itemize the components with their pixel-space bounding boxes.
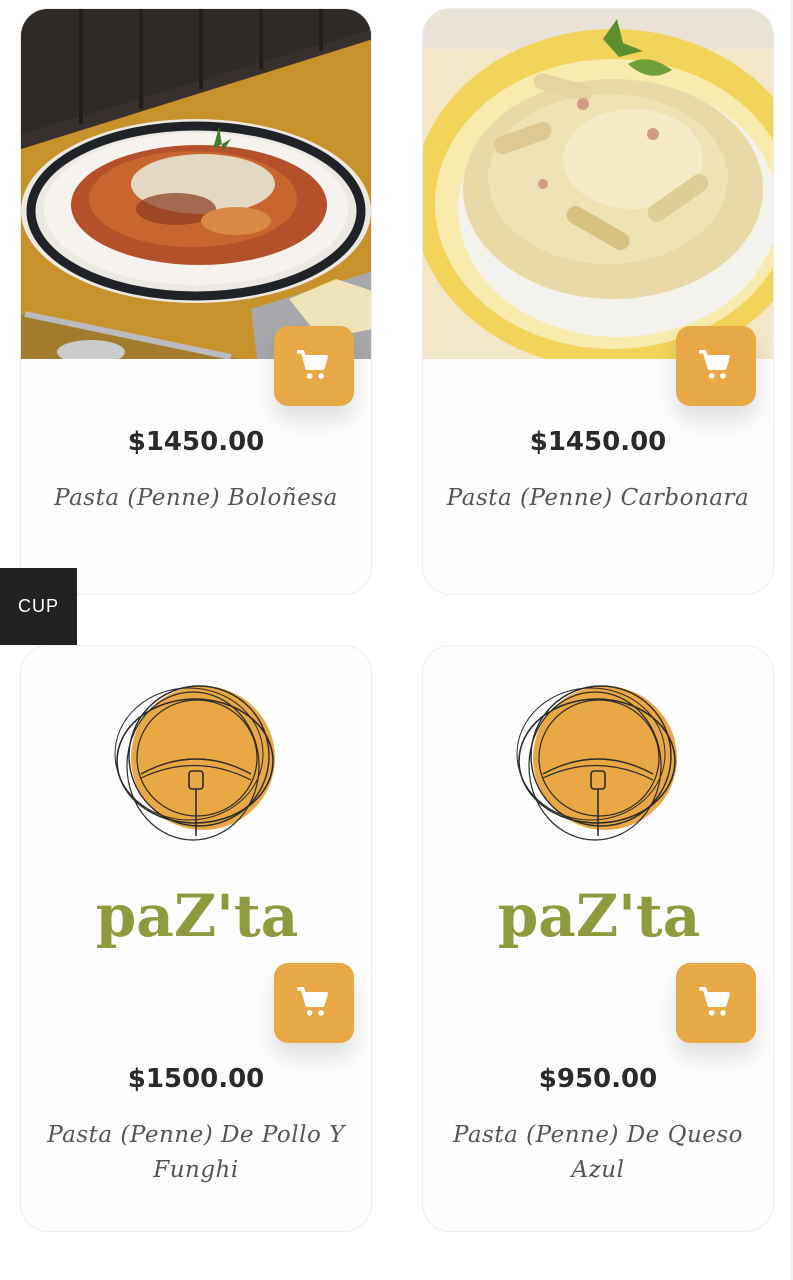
product-card[interactable]: $1450.00 Pasta (Penne) Carbonara (422, 8, 774, 595)
product-name[interactable]: Pasta (Penne) Boloñesa (41, 481, 351, 516)
product-card[interactable]: paZ'ta $950.00 Pasta (Penne) De Queso Az… (422, 645, 774, 1232)
add-to-cart-button[interactable] (274, 963, 354, 1043)
product-name[interactable]: Pasta (Penne) De Pollo Y Funghi (41, 1118, 351, 1188)
product-image[interactable] (21, 9, 371, 359)
logo-wordmark: paZ'ta (498, 882, 701, 950)
cart-icon (699, 986, 730, 1016)
cart-icon (297, 986, 328, 1016)
product-price: $1450.00 (127, 427, 265, 457)
product-price: $950.00 (538, 1064, 658, 1094)
cup-side-tab-label: CUP (17, 596, 59, 616)
cart-icon (699, 349, 730, 379)
add-to-cart-button[interactable] (274, 326, 354, 406)
pazta-logo[interactable]: paZ'ta (423, 646, 773, 996)
product-price: $1450.00 (529, 427, 667, 457)
product-name[interactable]: Pasta (Penne) Carbonara (443, 481, 753, 516)
add-to-cart-button[interactable] (676, 326, 756, 406)
product-card[interactable]: paZ'ta $1500.00 Pasta (Penne) De Pollo Y… (20, 645, 372, 1232)
product-price: $1500.00 (127, 1064, 265, 1094)
add-to-cart-button[interactable] (676, 963, 756, 1043)
cart-icon (297, 349, 328, 379)
logo-wordmark: paZ'ta (96, 882, 299, 950)
cup-side-tab[interactable]: CUP (0, 568, 77, 645)
product-card[interactable]: $1450.00 Pasta (Penne) Boloñesa (20, 8, 372, 595)
product-image[interactable] (423, 9, 773, 359)
pazta-logo[interactable]: paZ'ta (21, 646, 371, 996)
product-name[interactable]: Pasta (Penne) De Queso Azul (443, 1118, 753, 1188)
